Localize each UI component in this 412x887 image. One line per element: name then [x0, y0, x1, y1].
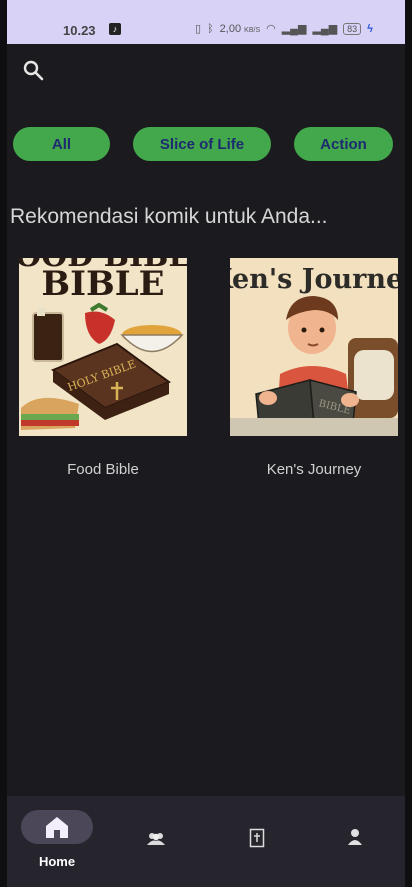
network-speed-value: 2,00: [219, 22, 242, 35]
network-speed: 2,00 KB/S: [220, 23, 260, 35]
comic-cover-food-bible[interactable]: FOOD BIBLE BIBLE HOLY BIBLE: [19, 258, 187, 436]
home-icon: [46, 817, 68, 838]
community-icon: [147, 833, 165, 845]
chip-slice-of-life[interactable]: Slice of Life: [133, 127, 271, 161]
bible-icon: [249, 828, 265, 848]
charging-icon: ϟ: [367, 22, 373, 35]
status-time: 10.23: [63, 23, 96, 38]
signal-icon-2: ▂▄▆: [312, 23, 338, 35]
nav-profile[interactable]: [319, 810, 389, 870]
app-screen: 10.23 ♪ ▯ ᛒ 2,00 KB/S ◠ ▂▄▆ ▂▄▆ 83 ϟ All…: [7, 0, 405, 887]
genre-filter-chips: All Slice of Life Action: [7, 127, 405, 161]
comic-card-food-bible[interactable]: FOOD BIBLE BIBLE HOLY BIBLE: [19, 258, 187, 478]
chip-all[interactable]: All: [13, 127, 110, 161]
status-bar: 10.23 ♪ ▯ ᛒ 2,00 KB/S ◠ ▂▄▆ ▂▄▆ 83 ϟ: [7, 0, 405, 44]
vibrate-icon: ▯: [195, 23, 202, 35]
nav-home-label: Home: [38, 854, 76, 869]
comic-card-kens-journey[interactable]: Ken's Journey BIBLE: [230, 258, 398, 478]
nav-home[interactable]: Home: [21, 810, 93, 870]
wifi-icon: ◠: [266, 23, 276, 35]
comic-title-food-bible[interactable]: Food Bible: [19, 461, 187, 478]
svg-text:BIBLE: BIBLE: [41, 264, 164, 304]
nav-bible[interactable]: [221, 810, 291, 870]
comic-cover-kens-journey[interactable]: Ken's Journey BIBLE: [230, 258, 398, 436]
chip-action[interactable]: Action: [294, 127, 393, 161]
search-icon[interactable]: [21, 58, 45, 82]
status-icons: ▯ ᛒ 2,00 KB/S ◠ ▂▄▆ ▂▄▆ 83 ϟ: [195, 22, 373, 35]
bluetooth-icon: ᛒ: [207, 22, 214, 35]
bottom-navigation: Home: [7, 796, 405, 887]
network-speed-unit: KB/S: [244, 26, 261, 34]
nav-community[interactable]: [121, 810, 191, 870]
tiktok-icon: ♪: [109, 23, 121, 35]
section-title: Rekomendasi komik untuk Anda...: [10, 205, 328, 228]
battery-icon: 83: [343, 22, 362, 35]
profile-icon: [348, 829, 362, 845]
signal-icon: ▂▄▆: [281, 23, 307, 35]
cover-title-kens-journey: Ken's Journey: [230, 264, 398, 295]
comic-title-kens-journey[interactable]: Ken's Journey: [230, 461, 398, 478]
